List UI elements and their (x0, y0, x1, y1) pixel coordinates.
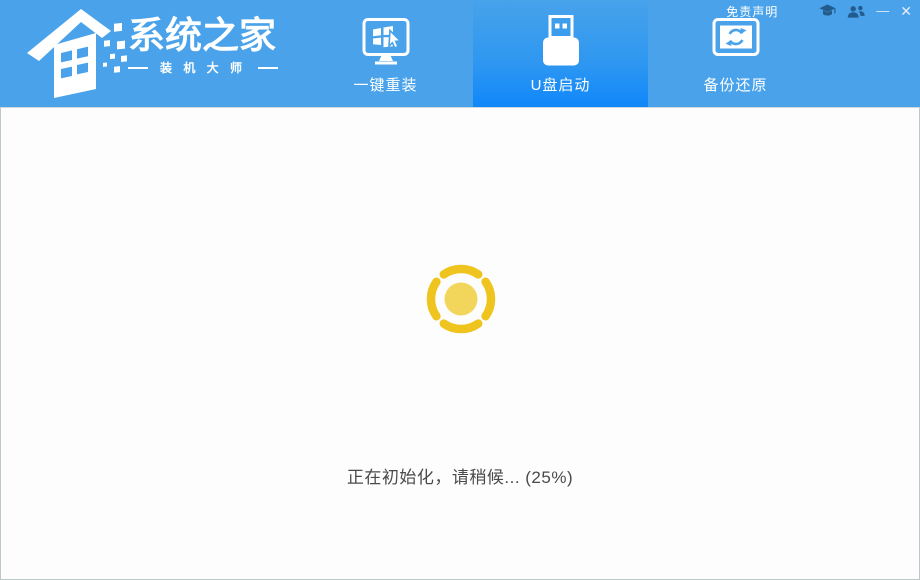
users-icon[interactable] (847, 5, 865, 18)
app-window: 系统之家 装 机 大 师 (0, 0, 920, 580)
brand-text: 系统之家 装 机 大 师 (128, 16, 278, 76)
subtitle-dash-right (258, 67, 278, 69)
close-button[interactable]: ✕ (900, 3, 912, 19)
minimize-glyph: — (876, 3, 889, 19)
content-area: 正在初始化，请稍候... (25%) (0, 107, 920, 580)
brand-house-icon (26, 5, 130, 101)
brand-subtitle: 装 机 大 师 (148, 59, 258, 76)
tab-label-usb-boot: U盘启动 (531, 74, 591, 95)
tab-onekey-reinstall[interactable]: 一键重装 (298, 0, 473, 107)
titlebar-controls: 免责声明 — ✕ (726, 3, 912, 19)
brand-name: 系统之家 (128, 16, 278, 56)
monitor-restore-icon (710, 12, 762, 70)
monitor-windows-icon (360, 12, 412, 70)
tab-label-backup-restore: 备份还原 (703, 74, 767, 95)
status-text: 正在初始化，请稍候... (25%) (1, 463, 919, 488)
brand-subtitle-row: 装 机 大 师 (128, 59, 278, 76)
minimize-button[interactable]: — (876, 3, 889, 19)
brand-logo: 系统之家 装 机 大 师 (26, 5, 278, 101)
close-icon: ✕ (900, 3, 912, 19)
tab-label-onekey-reinstall: 一键重装 (353, 74, 417, 95)
usb-drive-icon (533, 12, 589, 70)
disclaimer-link[interactable]: 免责声明 (726, 3, 778, 20)
tab-usb-boot[interactable]: U盘启动 (473, 0, 648, 107)
graduation-cap-icon[interactable] (819, 4, 836, 18)
subtitle-dash-left (128, 67, 148, 69)
loading-spinner-icon (419, 257, 503, 341)
header-bar: 系统之家 装 机 大 师 (0, 0, 920, 107)
